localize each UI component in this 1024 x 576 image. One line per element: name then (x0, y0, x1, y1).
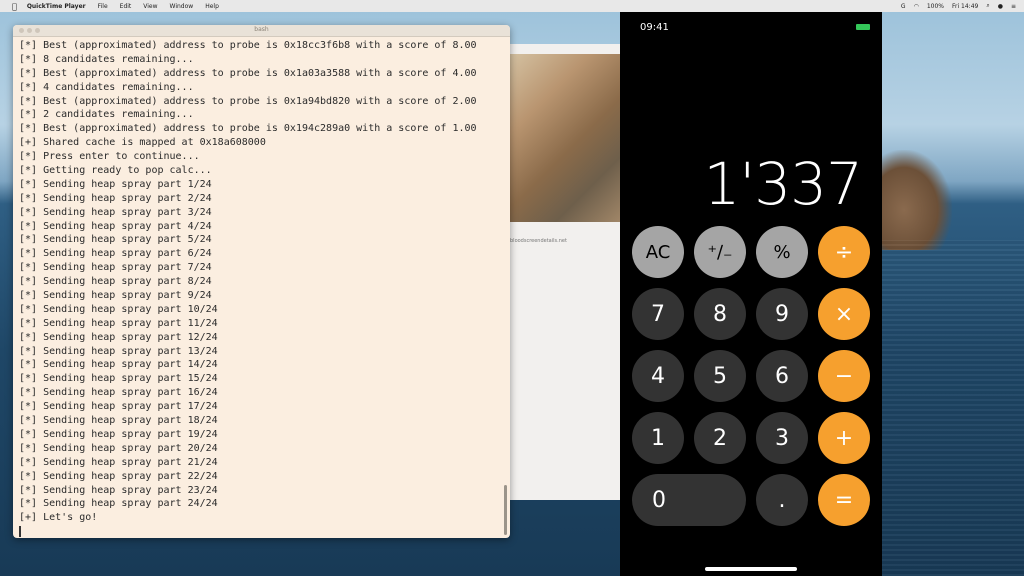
terminal-line: [*] Sending heap spray part 19/24 (19, 428, 218, 440)
key-equals[interactable]: = (818, 474, 870, 526)
menubar-status-area: G ◠ 100% Fri 14:49 ⌕ ● ≡ (901, 0, 1016, 12)
key-9[interactable]: 9 (756, 288, 808, 340)
terminal-line: [*] Sending heap spray part 5/24 (19, 234, 212, 246)
terminal-line: [*] Sending heap spray part 1/24 (19, 178, 212, 190)
terminal-line: [*] 2 candidates remaining... (19, 109, 194, 121)
key-clear[interactable]: AC (632, 226, 684, 278)
menu-edit[interactable]: Edit (120, 3, 132, 10)
key-percent[interactable]: % (756, 226, 808, 278)
wallpaper-island (872, 150, 952, 250)
terminal-line: [*] Best (approximated) address to probe… (19, 40, 477, 51)
menu-help[interactable]: Help (205, 3, 219, 10)
terminal-line: [*] Sending heap spray part 10/24 (19, 303, 218, 315)
terminal-line: [*] Sending heap spray part 4/24 (19, 220, 212, 232)
wallpaper-sea (880, 240, 1024, 576)
key-0[interactable]: 0 (632, 474, 746, 526)
menubar-extra-icon[interactable]: G (901, 3, 906, 10)
key-4[interactable]: 4 (632, 350, 684, 402)
key-8[interactable]: 8 (694, 288, 746, 340)
terminal-line: [*] 8 candidates remaining... (19, 53, 194, 65)
terminal-line: [*] Sending heap spray part 6/24 (19, 248, 212, 260)
key-5[interactable]: 5 (694, 350, 746, 402)
search-icon[interactable]: ⌕ (986, 2, 989, 10)
user-icon[interactable]: ● (998, 3, 1003, 10)
terminal-line: [*] Sending heap spray part 23/24 (19, 484, 218, 496)
terminal-line: [*] Sending heap spray part 17/24 (19, 401, 218, 413)
key-1[interactable]: 1 (632, 412, 684, 464)
terminal-output[interactable]: [*] Best (approximated) address to probe… (13, 37, 510, 538)
terminal-line: [+] Let's go! (19, 512, 98, 524)
clock[interactable]: Fri 14:49 (952, 3, 978, 10)
terminal-line: [*] Sending heap spray part 2/24 (19, 192, 212, 204)
key-6[interactable]: 6 (756, 350, 808, 402)
terminal-titlebar[interactable]: bash (13, 25, 510, 37)
key-minus[interactable]: − (818, 350, 870, 402)
terminal-line: [*] Sending heap spray part 20/24 (19, 442, 218, 454)
preview-caption: bloodscreendetails.net (510, 238, 567, 244)
text-cursor (19, 525, 21, 537)
terminal-line: [*] Sending heap spray part 18/24 (19, 415, 218, 427)
terminal-line: [*] Sending heap spray part 7/24 (19, 262, 212, 274)
calculator-app: 09:41 1'337 AC ⁺∕₋ % ÷ 7 8 9 × 4 5 6 − 1… (620, 12, 882, 576)
terminal-line: [*] Sending heap spray part 11/24 (19, 317, 218, 329)
status-time: 09:41 (640, 22, 669, 33)
menu-file[interactable]: File (98, 3, 108, 10)
calculator-display: 1'337 (703, 150, 863, 218)
terminal-line: [*] Getting ready to pop calc... (19, 165, 212, 177)
terminal-line: [*] Sending heap spray part 3/24 (19, 206, 212, 218)
terminal-line: [*] Sending heap spray part 8/24 (19, 276, 212, 288)
battery-percent[interactable]: 100% (927, 3, 944, 10)
terminal-line: [*] Sending heap spray part 9/24 (19, 290, 212, 302)
key-divide[interactable]: ÷ (818, 226, 870, 278)
home-indicator[interactable] (705, 567, 797, 571)
app-menu[interactable]: QuickTime Player (27, 3, 86, 10)
menu-window[interactable]: Window (170, 3, 194, 10)
key-decimal[interactable]: . (756, 474, 808, 526)
terminal-line: [*] Sending heap spray part 24/24 (19, 498, 218, 510)
key-7[interactable]: 7 (632, 288, 684, 340)
terminal-line: [*] Sending heap spray part 13/24 (19, 345, 218, 357)
terminal-line: [*] Best (approximated) address to probe… (19, 123, 477, 135)
battery-icon (856, 24, 870, 30)
key-plus-minus[interactable]: ⁺∕₋ (694, 226, 746, 278)
terminal-line: [*] Best (approximated) address to probe… (19, 67, 477, 79)
terminal-line: [*] Sending heap spray part 22/24 (19, 470, 218, 482)
terminal-window[interactable]: bash [*] Best (approximated) address to … (13, 25, 510, 538)
terminal-prompt-line[interactable] (19, 525, 504, 538)
key-2[interactable]: 2 (694, 412, 746, 464)
apple-menu-icon[interactable]:  (12, 2, 17, 11)
key-multiply[interactable]: × (818, 288, 870, 340)
key-plus[interactable]: + (818, 412, 870, 464)
terminal-line: [*] 4 candidates remaining... (19, 81, 194, 93)
terminal-title: bash (254, 26, 269, 33)
wifi-icon[interactable]: ◠ (914, 3, 919, 10)
menu-view[interactable]: View (143, 3, 157, 10)
key-3[interactable]: 3 (756, 412, 808, 464)
terminal-line: [*] Sending heap spray part 15/24 (19, 373, 218, 385)
terminal-line: [*] Best (approximated) address to probe… (19, 95, 477, 107)
terminal-scrollbar[interactable] (504, 485, 507, 535)
terminal-line: [+] Shared cache is mapped at 0x18a60800… (19, 137, 266, 149)
terminal-line: [*] Sending heap spray part 16/24 (19, 387, 218, 399)
terminal-line: [*] Sending heap spray part 14/24 (19, 359, 218, 371)
control-center-icon[interactable]: ≡ (1011, 3, 1016, 10)
preview-photo (500, 54, 630, 222)
menu-bar:  QuickTime Player File Edit View Window… (0, 0, 1024, 12)
terminal-line: [*] Sending heap spray part 21/24 (19, 456, 218, 468)
terminal-line: [*] Sending heap spray part 12/24 (19, 331, 218, 343)
terminal-line: [*] Press enter to continue... (19, 151, 200, 163)
